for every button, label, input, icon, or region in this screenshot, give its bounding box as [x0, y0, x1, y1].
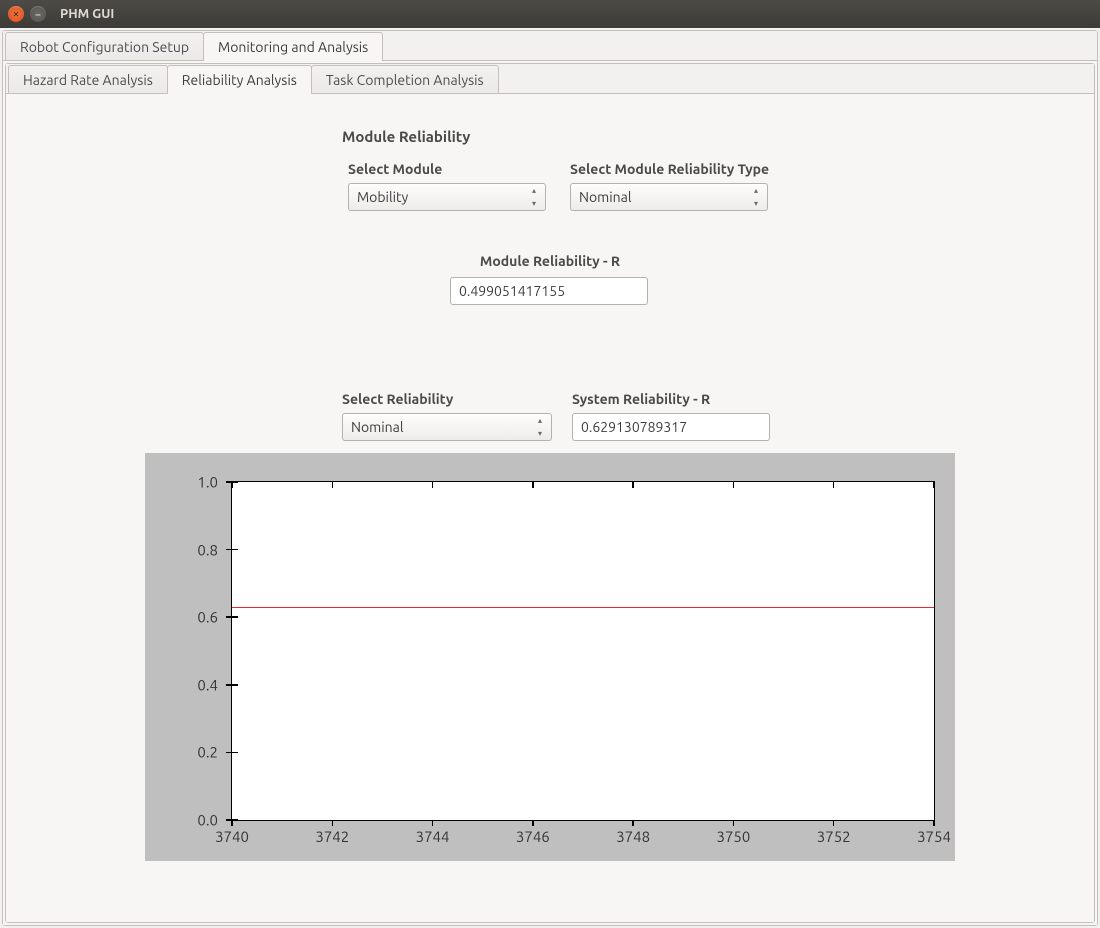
reliability-chart: 0.0 0.2 0.4 0.6 0.8 1.0 3740 3742 3744 3746 3748 37… — [145, 453, 955, 861]
chevron-updown-icon — [533, 416, 547, 438]
select-module-type-label: Select Module Reliability Type — [570, 161, 769, 177]
inner-notebook-body: Module Reliability Select Module Mobilit… — [6, 94, 1094, 922]
chart-series-line — [232, 607, 934, 609]
tab-label: Monitoring and Analysis — [218, 39, 368, 55]
tab-task-completion[interactable]: Task Completion Analysis — [311, 65, 499, 93]
tab-reliability[interactable]: Reliability Analysis — [167, 65, 312, 94]
chart-x-tick-label: 3748 — [616, 828, 650, 845]
inner-notebook: Hazard Rate Analysis Reliability Analysi… — [5, 63, 1095, 923]
combo-value: Nominal — [579, 189, 632, 205]
outer-notebook: Robot Configuration Setup Monitoring and… — [2, 30, 1098, 926]
combo-value: Nominal — [351, 419, 404, 435]
chart-y-tick-label: 0.0 — [197, 812, 218, 829]
tab-monitoring-analysis[interactable]: Monitoring and Analysis — [203, 32, 383, 61]
chart-x-tick-label: 3752 — [817, 828, 851, 845]
module-r-value-field[interactable]: 0.499051417155 — [450, 277, 648, 305]
chevron-updown-icon — [527, 186, 541, 208]
chart-y-tick-label: 1.0 — [197, 474, 218, 491]
window-titlebar: PHM GUI — [0, 0, 1100, 28]
entry-value: 0.629130789317 — [581, 419, 687, 435]
reliability-page: Module Reliability Select Module Mobilit… — [6, 94, 1094, 861]
inner-tabstrip: Hazard Rate Analysis Reliability Analysi… — [6, 64, 1094, 94]
system-r-value-field[interactable]: 0.629130789317 — [572, 413, 770, 441]
chart-x-tick-label: 3744 — [416, 828, 450, 845]
entry-value: 0.499051417155 — [459, 283, 565, 299]
module-select-row: Select Module Mobility Select Module Rel… — [348, 161, 1094, 211]
tab-label: Reliability Analysis — [182, 72, 297, 88]
tab-label: Robot Configuration Setup — [20, 39, 189, 55]
module-r-label: Module Reliability - R — [450, 253, 650, 269]
minimize-icon[interactable] — [30, 6, 46, 22]
select-module-combo[interactable]: Mobility — [348, 183, 546, 211]
tab-robot-config[interactable]: Robot Configuration Setup — [5, 32, 204, 60]
tab-label: Task Completion Analysis — [326, 72, 484, 88]
client-area: Robot Configuration Setup Monitoring and… — [0, 28, 1100, 928]
select-module-label: Select Module — [348, 161, 546, 177]
chart-x-tick-label: 3740 — [215, 828, 249, 845]
tab-label: Hazard Rate Analysis — [23, 72, 153, 88]
outer-tabstrip: Robot Configuration Setup Monitoring and… — [3, 31, 1097, 61]
chart-y-tick-label: 0.6 — [197, 609, 218, 626]
chart-x-tick-label: 3754 — [917, 828, 951, 845]
chart-x-tick-label: 3742 — [315, 828, 349, 845]
module-reliability-heading: Module Reliability — [342, 128, 1094, 145]
chart-y-tick-label: 0.2 — [197, 744, 218, 761]
chart-x-tick-label: 3750 — [717, 828, 751, 845]
chart-x-tick-label: 3746 — [516, 828, 550, 845]
tab-hazard-rate[interactable]: Hazard Rate Analysis — [8, 65, 168, 93]
select-module-type-combo[interactable]: Nominal — [570, 183, 768, 211]
system-reliability-row: Select Reliability Nominal System Reliab… — [342, 391, 1094, 441]
chart-y-tick-label: 0.8 — [197, 541, 218, 558]
chart-plot-area: 0.00.20.40.60.81.03740374237443746374837… — [231, 481, 935, 821]
outer-notebook-body: Hazard Rate Analysis Reliability Analysi… — [3, 61, 1097, 925]
chevron-updown-icon — [749, 186, 763, 208]
select-reliability-combo[interactable]: Nominal — [342, 413, 552, 441]
close-icon[interactable] — [8, 6, 24, 22]
combo-value: Mobility — [357, 189, 408, 205]
chart-y-tick-label: 0.4 — [197, 676, 218, 693]
window-title: PHM GUI — [60, 7, 114, 21]
system-r-label: System Reliability - R — [572, 391, 770, 407]
select-reliability-label: Select Reliability — [342, 391, 552, 407]
